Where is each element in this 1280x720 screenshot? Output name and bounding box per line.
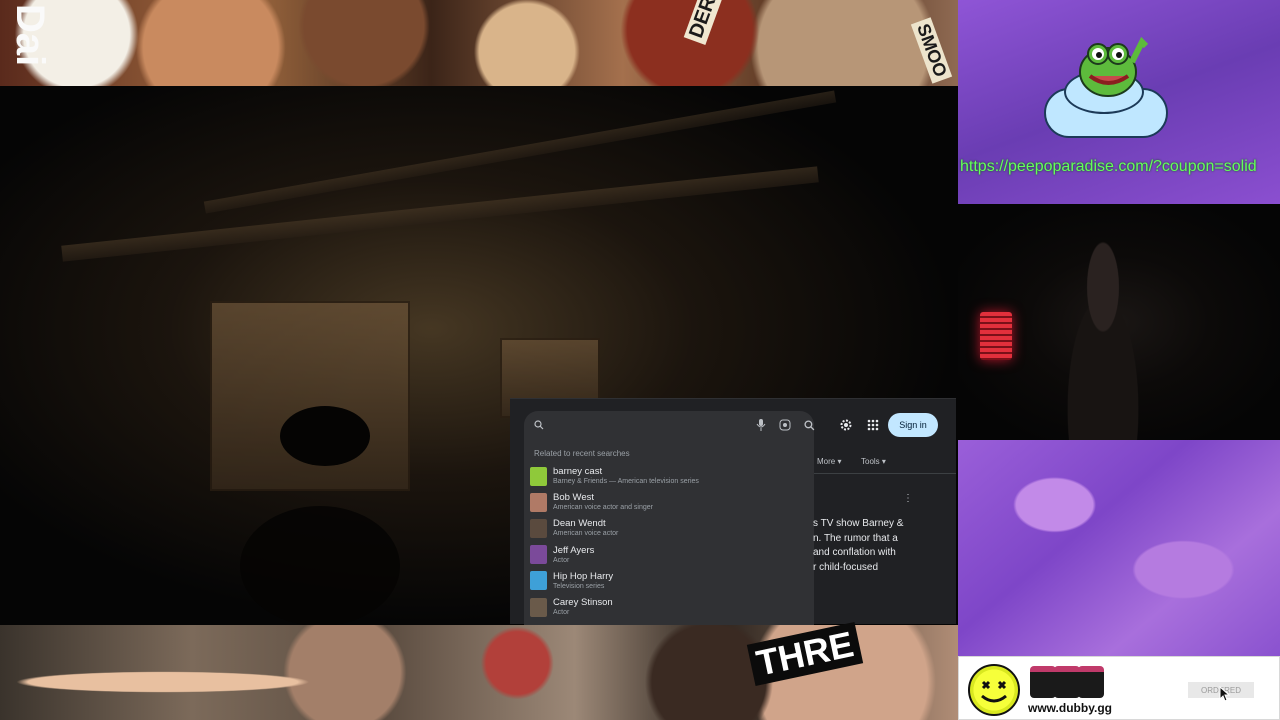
frog-mascot-icon	[1070, 32, 1150, 104]
suggestion-title: Jeff Ayers	[553, 544, 595, 556]
banner-tag-text: DER	[683, 0, 723, 46]
suggestion-item[interactable]: Hip Hop Harry Television series	[524, 568, 814, 594]
suggestion-thumbnail	[530, 466, 547, 486]
top-collage-banner: Dai DER SMOO	[0, 0, 958, 86]
banner-threat-text: THRE	[746, 622, 864, 686]
suggestion-subtitle: American voice actor	[553, 530, 619, 538]
product-tub-icon	[1030, 666, 1056, 698]
search-box[interactable]	[524, 411, 814, 439]
suggestion-item[interactable]: Bob West American voice actor and singer	[524, 489, 814, 515]
suggestion-subtitle: Actor	[553, 556, 570, 564]
snippet-line: and conflation with	[813, 547, 896, 558]
lens-camera-icon[interactable]	[778, 418, 792, 432]
suggestion-text: Jeff Ayers Actor	[553, 545, 594, 565]
suggestions-list: barney cast Barney & Friends — American t…	[524, 463, 814, 620]
tab-more[interactable]: More ▾	[817, 457, 841, 466]
suggestion-title: Dean Wendt	[553, 518, 606, 530]
product-tub-icon	[1054, 666, 1080, 698]
suggestion-text: Hip Hop Harry Television series	[553, 571, 613, 591]
game-view: Sign in Related to recent searches barne…	[0, 86, 958, 625]
red-light-icon	[980, 312, 1012, 360]
banner-brand-text: Dai	[8, 4, 52, 67]
snippet-line: r child-focused	[813, 561, 879, 573]
sign-in-button[interactable]: Sign in	[888, 413, 938, 437]
suggestion-item[interactable]: Jeff Ayers Actor	[524, 542, 814, 568]
mouse-cursor-icon	[1219, 685, 1231, 702]
dark-floor-shadow	[240, 506, 400, 625]
ceiling-beam	[61, 166, 819, 262]
suggestion-thumbnail	[530, 545, 547, 565]
suggestion-item[interactable]: barney cast Barney & Friends — American t…	[524, 463, 814, 489]
search-results-panel: Sign in Related to recent searches barne…	[510, 398, 956, 625]
ceiling-beam	[203, 90, 837, 214]
search-submit-icon[interactable]	[802, 418, 816, 432]
suggestion-text: Carey Stinson Actor	[553, 597, 613, 617]
suggestion-subtitle: Television series	[553, 582, 605, 590]
search-suggestions-dropdown: Related to recent searches barney cast Ba…	[524, 439, 814, 625]
apps-grid-icon[interactable]	[866, 418, 880, 432]
microphone-icon[interactable]	[754, 418, 768, 432]
gear-icon[interactable]	[838, 417, 854, 433]
suggestion-subtitle: Barney & Friends — American television s…	[553, 478, 699, 486]
suggestion-thumbnail	[530, 518, 547, 538]
suggestion-text: Bob West American voice actor and singer	[553, 492, 653, 512]
result-snippet: s TV show Barney & n. The rumor that a a…	[813, 517, 921, 575]
suggestion-subtitle: Actor	[553, 609, 570, 617]
suggestion-thumbnail	[530, 492, 547, 512]
banner-tag-text-2: SMOO	[910, 17, 953, 84]
more-options-icon[interactable]: ⋮	[903, 493, 913, 504]
purple-art-panel	[958, 440, 1280, 656]
product-tub-icon	[1078, 666, 1104, 698]
suggestion-title: Bob West	[553, 492, 595, 504]
suggestion-item[interactable]: Dean Wendt American voice actor	[524, 515, 814, 541]
suggestion-title: Hip Hop Harry	[553, 570, 614, 582]
promo-url-text: https://peepoparadise.com/?coupon=solid	[960, 158, 1257, 175]
suggestion-thumbnail	[530, 571, 547, 591]
suggestion-item[interactable]: Carey Stinson Actor	[524, 594, 814, 620]
suggestion-title: Carey Stinson	[553, 597, 613, 609]
snippet-line: s TV show Barney &	[813, 518, 904, 529]
snippet-line: n. The rumor that a	[813, 532, 898, 544]
suggestion-text: Dean Wendt American voice actor	[553, 518, 618, 538]
search-input[interactable]	[554, 415, 744, 435]
suggestion-text: barney cast Barney & Friends — American t…	[553, 466, 699, 486]
suggestions-heading: Related to recent searches	[534, 449, 630, 458]
tab-tools[interactable]: Tools ▾	[861, 457, 886, 466]
suggestion-subtitle: American voice actor and singer	[553, 504, 653, 512]
suggestion-title: barney cast	[553, 466, 603, 478]
streamer-silhouette	[1048, 236, 1158, 440]
bottom-collage-banner: THRE	[0, 622, 958, 720]
search-icon	[532, 418, 546, 432]
suggestion-thumbnail	[530, 597, 547, 617]
smiley-logo-icon	[968, 664, 1020, 716]
tabs-divider	[814, 473, 956, 474]
dark-silhouette	[280, 406, 370, 466]
sponsor-url-text: www.dubby.gg	[1028, 701, 1112, 715]
